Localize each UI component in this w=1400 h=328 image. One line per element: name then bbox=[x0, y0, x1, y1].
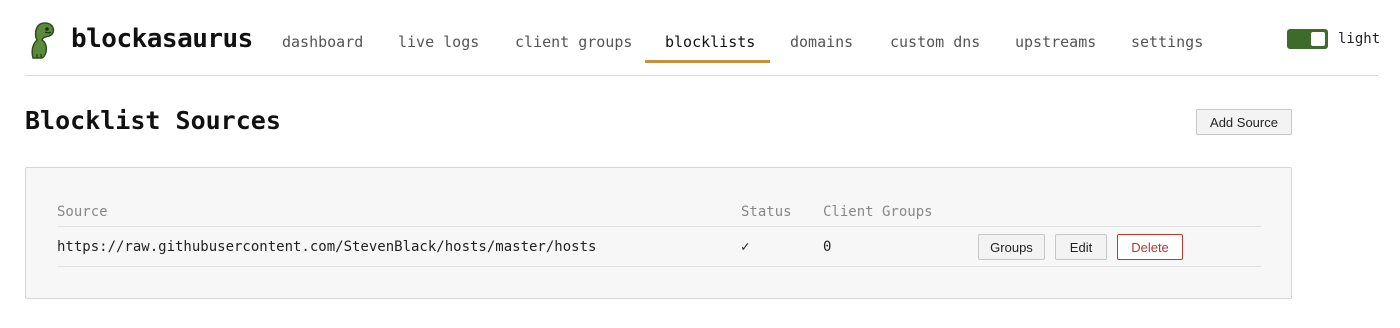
nav-item-client-groups[interactable]: client groups bbox=[515, 33, 632, 51]
row-divider bbox=[57, 266, 1261, 267]
delete-button[interactable]: Delete bbox=[1117, 234, 1183, 260]
nav-item-blocklists[interactable]: blocklists bbox=[665, 33, 755, 51]
groups-button[interactable]: Groups bbox=[978, 234, 1045, 260]
status-check-icon: ✓ bbox=[741, 239, 750, 255]
theme-toggle-label: light bbox=[1338, 31, 1381, 47]
top-navigation-bar: blockasaurus dashboard live logs client … bbox=[25, 0, 1381, 76]
column-header-source: Source bbox=[57, 204, 108, 220]
nav-item-settings[interactable]: settings bbox=[1131, 33, 1203, 51]
dinosaur-icon bbox=[31, 22, 55, 59]
column-header-client-groups: Client Groups bbox=[823, 204, 933, 220]
nav-item-custom-dns[interactable]: custom dns bbox=[890, 33, 980, 51]
nav-item-dashboard[interactable]: dashboard bbox=[282, 33, 363, 51]
add-source-button[interactable]: Add Source bbox=[1196, 109, 1292, 135]
page-title: Blocklist Sources bbox=[25, 106, 281, 135]
source-url: https://raw.githubusercontent.com/Steven… bbox=[57, 239, 597, 255]
nav-item-live-logs[interactable]: live logs bbox=[398, 33, 479, 51]
toggle-knob bbox=[1311, 32, 1325, 46]
nav-item-domains[interactable]: domains bbox=[790, 33, 853, 51]
header-divider bbox=[57, 226, 1261, 227]
active-tab-indicator bbox=[645, 60, 770, 63]
column-header-status: Status bbox=[741, 204, 792, 220]
edit-button[interactable]: Edit bbox=[1055, 234, 1107, 260]
theme-toggle[interactable] bbox=[1287, 29, 1328, 49]
client-groups-count: 0 bbox=[823, 239, 832, 255]
blocklist-sources-table: Source Status Client Groups https://raw.… bbox=[25, 167, 1292, 299]
nav-item-upstreams[interactable]: upstreams bbox=[1015, 33, 1096, 51]
app-brand-name[interactable]: blockasaurus bbox=[71, 24, 253, 54]
